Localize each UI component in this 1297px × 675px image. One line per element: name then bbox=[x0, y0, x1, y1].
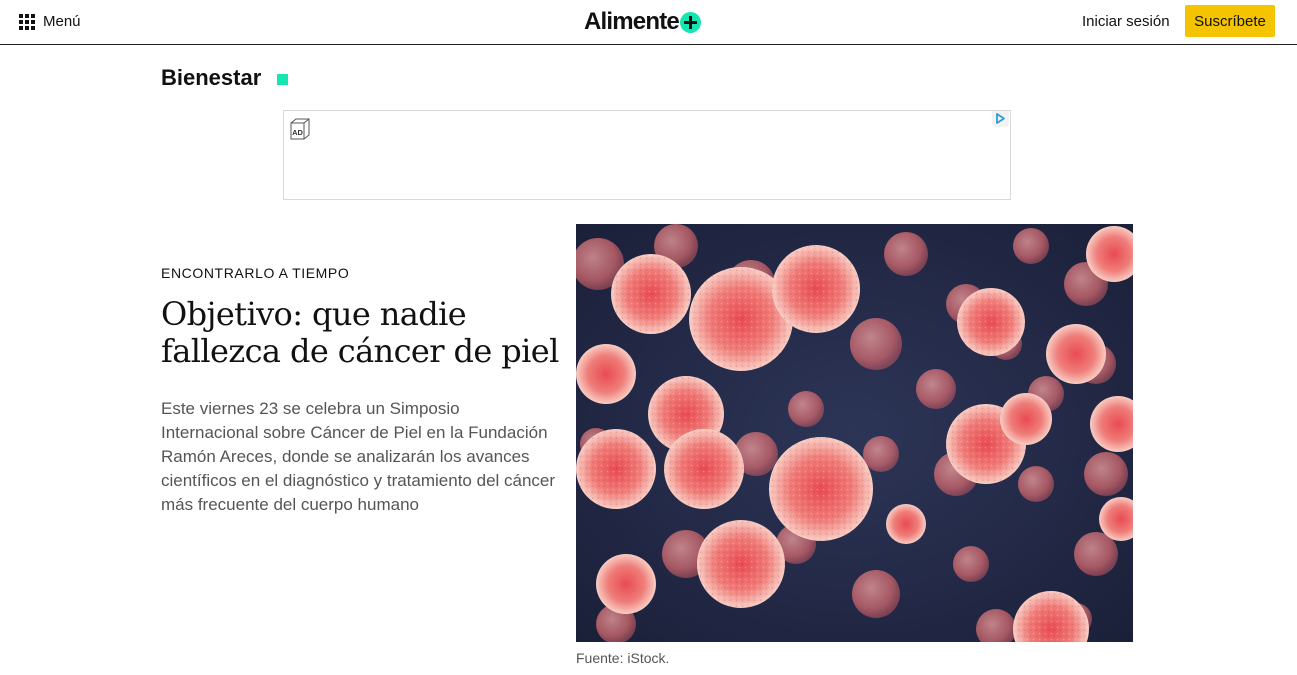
site-logo[interactable]: Alimente bbox=[584, 8, 701, 36]
article-image[interactable] bbox=[576, 224, 1133, 642]
ad-choices-icon[interactable] bbox=[988, 111, 1009, 127]
section-title[interactable]: Bienestar bbox=[161, 65, 261, 91]
ad-badge-icon: AD bbox=[290, 118, 310, 140]
image-caption: Fuente: iStock. bbox=[576, 650, 670, 666]
section-accent-square bbox=[277, 74, 288, 85]
ad-badge-text: AD bbox=[292, 128, 303, 137]
ad-banner[interactable]: AD bbox=[283, 110, 1011, 200]
login-link[interactable]: Iniciar sesión bbox=[1082, 13, 1170, 30]
subscribe-button[interactable]: Suscríbete bbox=[1185, 5, 1275, 37]
site-header: Menú Alimente Iniciar sesión Suscríbete bbox=[0, 0, 1297, 45]
plus-circle-icon bbox=[679, 11, 701, 33]
article-summary: Este viernes 23 se celebra un Simposio I… bbox=[161, 399, 556, 514]
article-headline[interactable]: Objetivo: que nadie fallezca de cáncer d… bbox=[161, 296, 571, 370]
article-kicker: ENCONTRARLO A TIEMPO bbox=[161, 265, 350, 281]
menu-label: Menú bbox=[43, 13, 81, 30]
menu-button[interactable]: Menú bbox=[19, 13, 81, 30]
cells-illustration bbox=[576, 224, 1133, 642]
logo-text: Alimente bbox=[584, 8, 680, 35]
grid-icon bbox=[19, 13, 35, 30]
